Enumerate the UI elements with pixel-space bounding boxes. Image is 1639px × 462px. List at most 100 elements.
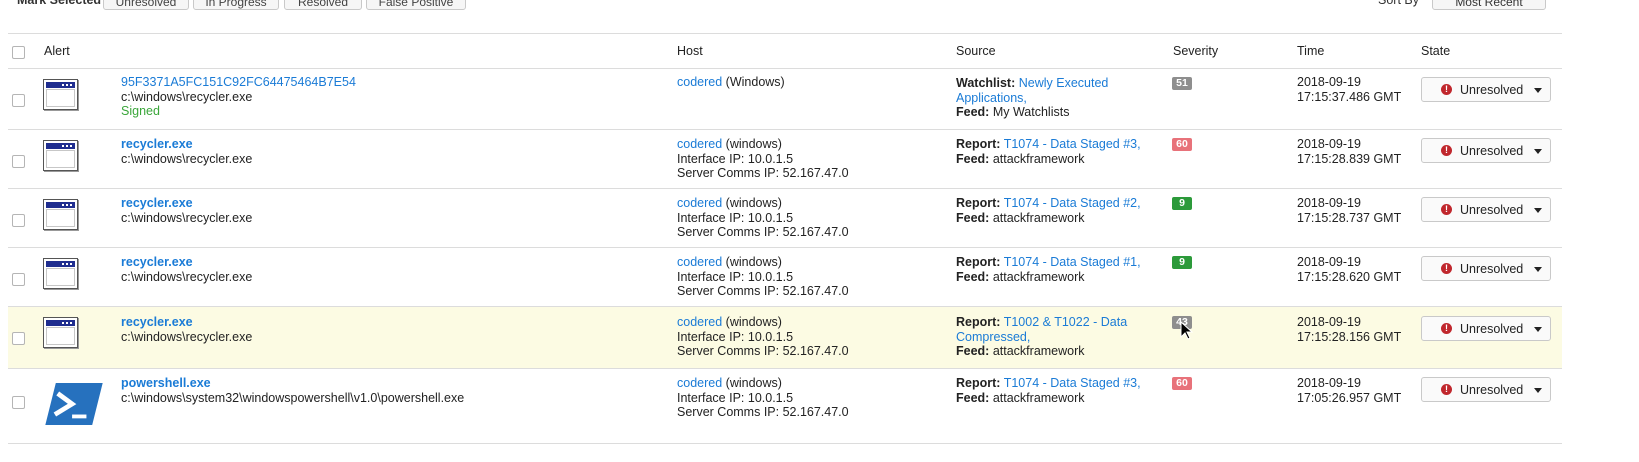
process-path: c:\windows\recycler.exe xyxy=(121,210,253,225)
bulk-action-toolbar: Mark Selected Unresolved In Progress Res… xyxy=(0,0,1639,12)
state-label: Unresolved xyxy=(1460,203,1524,217)
state-dropdown[interactable]: ! Unresolved xyxy=(1421,197,1551,222)
state-dropdown[interactable]: ! Unresolved xyxy=(1421,377,1551,402)
column-header-state: State xyxy=(1421,44,1451,58)
host-os: (windows) xyxy=(725,137,782,151)
state-dropdown[interactable]: ! Unresolved xyxy=(1421,316,1551,341)
host-link[interactable]: codered xyxy=(677,75,722,89)
alert-time: 17:15:28.839 GMT xyxy=(1297,151,1402,166)
feed-value: attackframework xyxy=(992,344,1085,358)
state-label: Unresolved xyxy=(1460,83,1524,97)
report-link[interactable]: T1074 - Data Staged #1, xyxy=(1004,255,1141,269)
table-row[interactable]: recycler.exe c:\windows\recycler.exe cod… xyxy=(8,189,1562,248)
severity-badge: 60 xyxy=(1172,377,1192,390)
source-key: Report: xyxy=(956,255,1001,269)
row-checkbox[interactable] xyxy=(12,273,25,286)
report-link[interactable]: T1074 - Data Staged #3, xyxy=(1004,137,1141,151)
exclamation-icon: ! xyxy=(1441,323,1452,334)
sort-by-label: Sort By xyxy=(1378,0,1419,7)
row-checkbox[interactable] xyxy=(12,332,25,345)
process-path: c:\windows\recycler.exe xyxy=(121,329,253,344)
state-label: Unresolved xyxy=(1460,144,1524,158)
exclamation-icon: ! xyxy=(1441,263,1452,274)
feed-key: Feed: xyxy=(956,210,990,225)
severity-badge: 9 xyxy=(1172,197,1192,210)
row-checkbox[interactable] xyxy=(12,396,25,409)
process-name-link[interactable]: 95F3371A5FC151C92FC64475464B7E54 xyxy=(121,75,356,90)
table-row[interactable]: recycler.exe c:\windows\recycler.exe cod… xyxy=(8,248,1562,307)
watchlist-link-cont[interactable]: Applications, xyxy=(956,91,1108,106)
row-checkbox[interactable] xyxy=(12,155,25,168)
host-link[interactable]: codered xyxy=(677,376,722,390)
alert-date: 2018-09-19 xyxy=(1297,255,1361,269)
report-link[interactable]: T1002 & T1022 - Data xyxy=(1004,315,1127,329)
process-name-link[interactable]: powershell.exe xyxy=(121,376,464,391)
host-link[interactable]: codered xyxy=(677,315,722,329)
column-header-alert: Alert xyxy=(44,44,70,58)
host-link[interactable]: codered xyxy=(677,255,722,269)
mark-false-positive-button[interactable]: False Positive xyxy=(366,0,466,10)
severity-badge: 9 xyxy=(1172,256,1192,269)
select-all-checkbox[interactable] xyxy=(12,46,25,59)
watchlist-link[interactable]: Newly Executed xyxy=(1019,76,1109,90)
state-dropdown[interactable]: ! Unresolved xyxy=(1421,138,1551,163)
signed-status: Signed xyxy=(121,104,160,118)
process-name-link[interactable]: recycler.exe xyxy=(121,255,252,270)
process-path: c:\windows\recycler.exe xyxy=(121,89,253,104)
alert-date: 2018-09-19 xyxy=(1297,75,1361,89)
mark-resolved-button[interactable]: Resolved xyxy=(284,0,362,10)
process-name-link[interactable]: recycler.exe xyxy=(121,137,252,152)
state-dropdown[interactable]: ! Unresolved xyxy=(1421,77,1551,102)
feed-value: attackframework xyxy=(992,269,1085,284)
interface-ip: Interface IP: 10.0.1.5 xyxy=(677,390,794,405)
table-row[interactable]: recycler.exe c:\windows\recycler.exe cod… xyxy=(8,307,1562,369)
report-link[interactable]: T1074 - Data Staged #3, xyxy=(1004,376,1141,390)
column-header-severity: Severity xyxy=(1173,44,1219,58)
host-os: (windows) xyxy=(725,255,782,269)
process-name-link[interactable]: recycler.exe xyxy=(121,315,252,330)
host-link[interactable]: codered xyxy=(677,137,722,151)
chevron-down-icon xyxy=(1534,88,1542,93)
mark-selected-label: Mark Selected xyxy=(17,0,102,7)
alerts-table: Alert Host Source Severity Time State 95… xyxy=(8,33,1562,444)
chevron-down-icon xyxy=(1534,327,1542,332)
server-comms-ip: Server Comms IP: 52.167.47.0 xyxy=(677,284,849,298)
interface-ip: Interface IP: 10.0.1.5 xyxy=(677,151,794,166)
state-dropdown[interactable]: ! Unresolved xyxy=(1421,256,1551,281)
chevron-down-icon xyxy=(1534,267,1542,272)
feed-value: My Watchlists xyxy=(992,105,1070,119)
state-label: Unresolved xyxy=(1460,262,1524,276)
interface-ip: Interface IP: 10.0.1.5 xyxy=(677,329,794,344)
alert-time: 17:05:26.957 GMT xyxy=(1297,390,1402,405)
sort-dropdown[interactable]: Most Recent xyxy=(1432,0,1546,10)
row-checkbox[interactable] xyxy=(12,214,25,227)
application-window-icon xyxy=(43,140,78,171)
table-row[interactable]: powershell.exe c:\windows\system32\windo… xyxy=(8,369,1562,444)
interface-ip: Interface IP: 10.0.1.5 xyxy=(677,210,794,225)
feed-value: attackframework xyxy=(992,151,1085,166)
server-comms-ip: Server Comms IP: 52.167.47.0 xyxy=(677,225,849,239)
host-os: (Windows) xyxy=(725,75,785,89)
alert-date: 2018-09-19 xyxy=(1297,315,1361,329)
host-os: (windows) xyxy=(725,315,782,329)
process-name-link[interactable]: recycler.exe xyxy=(121,196,252,211)
exclamation-icon: ! xyxy=(1441,84,1452,95)
chevron-down-icon xyxy=(1534,388,1542,393)
row-checkbox[interactable] xyxy=(12,94,25,107)
host-link[interactable]: codered xyxy=(677,196,722,210)
report-link[interactable]: T1074 - Data Staged #2, xyxy=(1004,196,1141,210)
source-key: Report: xyxy=(956,376,1001,390)
server-comms-ip: Server Comms IP: 52.167.47.0 xyxy=(677,166,849,180)
chevron-down-icon xyxy=(1534,149,1542,154)
report-link-cont[interactable]: Compressed, xyxy=(956,330,1127,345)
table-row[interactable]: 95F3371A5FC151C92FC64475464B7E54 c:\wind… xyxy=(8,69,1562,130)
process-path: c:\windows\system32\windowspowershell\v1… xyxy=(121,390,465,405)
interface-ip: Interface IP: 10.0.1.5 xyxy=(677,269,794,284)
column-header-time: Time xyxy=(1297,44,1325,58)
mark-unresolved-button[interactable]: Unresolved xyxy=(103,0,189,10)
host-os: (windows) xyxy=(725,376,782,390)
table-row[interactable]: recycler.exe c:\windows\recycler.exe cod… xyxy=(8,130,1562,189)
source-key: Report: xyxy=(956,196,1001,210)
mark-in-progress-button[interactable]: In Progress xyxy=(193,0,279,10)
application-window-icon xyxy=(43,199,78,230)
